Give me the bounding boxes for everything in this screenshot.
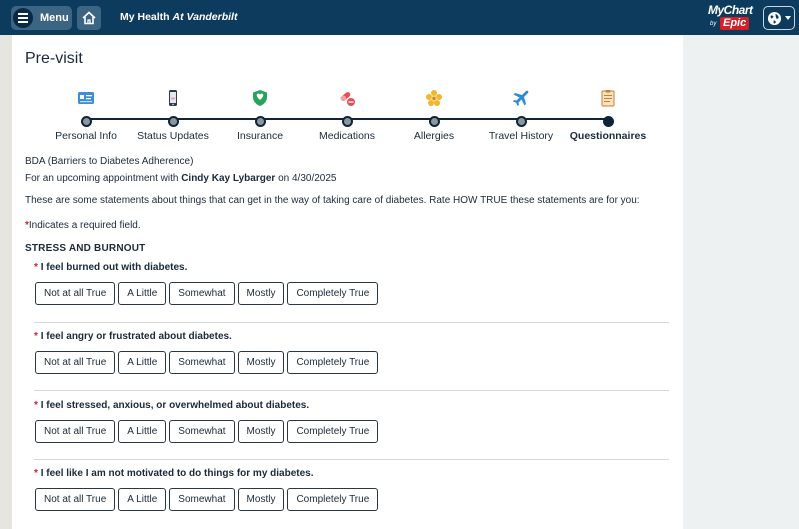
option-not-at-all-true[interactable]: Not at all True: [35, 420, 116, 443]
option-a-little[interactable]: A Little: [118, 282, 167, 305]
pill-icon: [340, 92, 355, 106]
language-button[interactable]: [763, 6, 795, 30]
step-dot: [429, 116, 440, 127]
left-gutter: [0, 35, 12, 529]
option-completely-true[interactable]: Completely True: [287, 420, 379, 443]
option-a-little[interactable]: A Little: [118, 488, 167, 511]
option-completely-true[interactable]: Completely True: [287, 351, 379, 374]
answer-group-1: Not at all True A Little Somewhat Mostly…: [35, 282, 379, 305]
option-not-at-all-true[interactable]: Not at all True: [35, 351, 116, 374]
option-somewhat[interactable]: Somewhat: [169, 351, 235, 374]
main-panel: Pre-visit Personal Info Status Updates I…: [12, 35, 683, 529]
option-somewhat[interactable]: Somewhat: [169, 488, 235, 511]
chevron-down-icon: [785, 16, 791, 20]
questionnaire-name: BDA (Barriers to Diabetes Adherence): [25, 156, 194, 167]
instructions-text: These are some statements about things t…: [25, 195, 640, 206]
step-dot: [255, 116, 266, 127]
option-mostly[interactable]: Mostly: [237, 420, 285, 443]
answer-group-3: Not at all True A Little Somewhat Mostly…: [35, 420, 379, 443]
provider-name: Cindy Kay Lybarger: [181, 173, 276, 184]
option-mostly[interactable]: Mostly: [237, 351, 285, 374]
menu-label: Menu: [40, 12, 69, 24]
section-title: STRESS AND BURNOUT: [25, 243, 146, 254]
option-a-little[interactable]: A Little: [118, 420, 167, 443]
mychart-logo[interactable]: MyChart by Epic: [708, 3, 756, 33]
clipboard-icon: [601, 90, 615, 107]
step-dot: [81, 116, 92, 127]
required-note: *Indicates a required field.: [25, 220, 141, 231]
home-button[interactable]: [77, 6, 101, 30]
right-gutter: [683, 35, 799, 529]
divider: [34, 390, 669, 391]
option-not-at-all-true[interactable]: Not at all True: [35, 282, 116, 305]
shield-icon: [253, 90, 267, 106]
id-card-icon: [78, 92, 94, 104]
step-dot: [603, 116, 614, 127]
option-somewhat[interactable]: Somewhat: [169, 282, 235, 305]
question-1: * I feel burned out with diabetes.: [34, 262, 188, 273]
menu-button[interactable]: Menu: [11, 6, 72, 30]
answer-group-4: Not at all True A Little Somewhat Mostly…: [35, 488, 379, 511]
airplane-icon: [513, 90, 529, 106]
home-icon: [82, 11, 96, 25]
divider: [34, 459, 669, 460]
option-somewhat[interactable]: Somewhat: [169, 420, 235, 443]
option-mostly[interactable]: Mostly: [237, 488, 285, 511]
page-title: Pre-visit: [25, 50, 83, 67]
globe-icon: [767, 11, 782, 25]
app-title[interactable]: My Health At Vanderbilt: [120, 11, 237, 23]
divider: [34, 322, 669, 323]
question-3: * I feel stressed, anxious, or overwhelm…: [34, 400, 310, 411]
option-mostly[interactable]: Mostly: [237, 282, 285, 305]
option-completely-true[interactable]: Completely True: [287, 282, 379, 305]
flower-icon: [426, 90, 442, 106]
hamburger-icon: [13, 8, 33, 28]
step-dot: [516, 116, 527, 127]
option-completely-true[interactable]: Completely True: [287, 488, 379, 511]
answer-group-2: Not at all True A Little Somewhat Mostly…: [35, 351, 379, 374]
option-a-little[interactable]: A Little: [118, 351, 167, 374]
option-not-at-all-true[interactable]: Not at all True: [35, 488, 116, 511]
appointment-info: For an upcoming appointment with Cindy K…: [25, 173, 337, 184]
step-dot: [342, 116, 353, 127]
question-4: * I feel like I am not motivated to do t…: [34, 468, 314, 479]
top-nav-bar: Menu My Health At Vanderbilt MyChart by …: [0, 0, 799, 35]
step-dot: [168, 116, 179, 127]
phone-icon: [169, 90, 177, 106]
question-2: * I feel angry or frustrated about diabe…: [34, 331, 232, 342]
